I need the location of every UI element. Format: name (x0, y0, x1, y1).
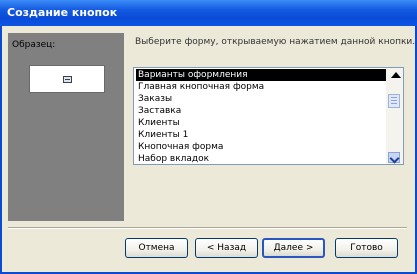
cancel-button[interactable]: Отмена (125, 238, 188, 258)
list-item[interactable]: Заставка (136, 105, 386, 117)
sample-panel: Образец: (8, 33, 124, 221)
form-icon (63, 76, 72, 83)
sample-preview-button (29, 65, 105, 93)
window-titlebar: Создание кнопок (0, 0, 417, 26)
sample-label: Образец: (12, 40, 56, 50)
scroll-up-arrow-icon[interactable] (391, 72, 401, 78)
list-item[interactable]: Клиенты 1 (136, 129, 386, 141)
scroll-down-arrow-icon[interactable] (388, 152, 400, 163)
list-item[interactable]: Набор вкладок (136, 153, 386, 164)
window-title: Создание кнопок (7, 6, 118, 19)
form-listbox[interactable]: Варианты оформления Главная кнопочная фо… (133, 67, 404, 165)
list-item[interactable]: Главная кнопочная форма (136, 81, 386, 93)
list-item[interactable]: Заказы (136, 93, 386, 105)
instruction-text: Выберите форму, открываемую нажатием дан… (135, 37, 416, 47)
finish-button[interactable]: Готово (335, 238, 398, 258)
next-button[interactable]: Далее > (262, 238, 325, 258)
list-item[interactable]: Варианты оформления (136, 69, 386, 81)
footer-separator (8, 227, 407, 229)
scroll-thumb[interactable] (388, 94, 400, 108)
back-button[interactable]: < Назад (195, 238, 258, 258)
list-scrollbar[interactable] (386, 68, 403, 164)
list-item[interactable]: Клиенты (136, 117, 386, 129)
window-frame-left (0, 26, 2, 274)
list-item[interactable]: Кнопочная форма (136, 141, 386, 153)
